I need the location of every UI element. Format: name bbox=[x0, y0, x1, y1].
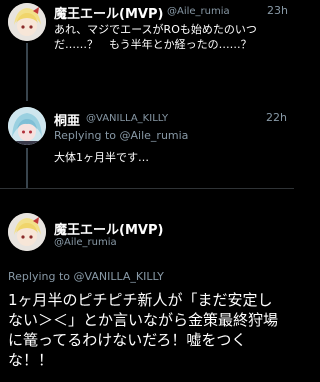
replying-to-label: Replying to bbox=[54, 129, 117, 142]
author-handle[interactable]: @Aile_rumia bbox=[54, 237, 117, 248]
avatar-aile[interactable] bbox=[8, 3, 46, 41]
author-name[interactable]: 桐亜 bbox=[54, 110, 80, 129]
thread-line bbox=[26, 43, 28, 101]
thread-line bbox=[26, 148, 28, 188]
replying-to-link[interactable]: @Aile_rumia bbox=[120, 129, 189, 142]
timestamp[interactable]: 22h bbox=[266, 111, 287, 124]
tweet-text: 1ヶ月半のピチピチ新人が「まだ安定しない＞＜」とか言いながら金策最終狩場に篭って… bbox=[8, 291, 279, 369]
timestamp[interactable]: 23h bbox=[267, 4, 288, 17]
author-name[interactable]: 魔王エール(MVP) bbox=[54, 219, 163, 238]
author-handle[interactable]: @VANILLA_KILLY bbox=[86, 113, 168, 124]
author-handle[interactable]: @Aile_rumia bbox=[167, 6, 230, 17]
replying-to-label: Replying to bbox=[8, 270, 71, 283]
tweet-text: あれ、マジでエースがROも始めたのいつだ……？ もう半年とか経ったの……？ bbox=[54, 23, 257, 51]
avatar-aile[interactable] bbox=[8, 213, 46, 251]
avatar-image bbox=[8, 107, 46, 145]
replying-to: Replying to @Aile_rumia bbox=[54, 129, 188, 142]
author-name[interactable]: 魔王エール(MVP) bbox=[54, 3, 163, 22]
replying-to-link[interactable]: @VANILLA_KILLY bbox=[74, 270, 164, 283]
avatar-killy[interactable] bbox=[8, 107, 46, 145]
tweet-text: 大体1ヶ月半です… bbox=[54, 151, 149, 164]
avatar-image bbox=[8, 3, 46, 41]
avatar-image bbox=[8, 213, 46, 251]
divider bbox=[0, 188, 294, 189]
replying-to: Replying to @VANILLA_KILLY bbox=[8, 270, 164, 283]
